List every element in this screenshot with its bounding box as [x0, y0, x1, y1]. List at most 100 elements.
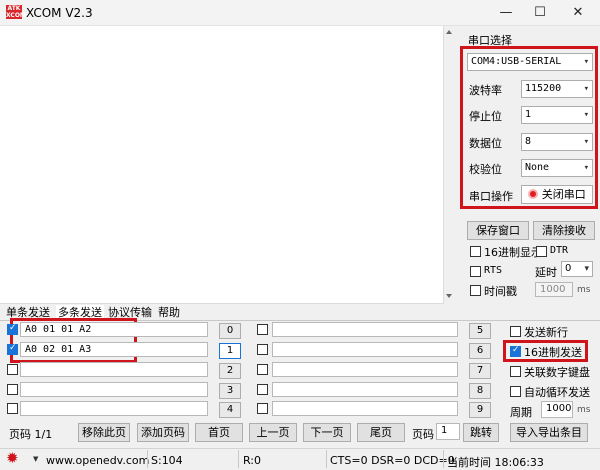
row-4-send-button[interactable]: 4	[219, 402, 241, 418]
prev-page-button[interactable]: 上一页	[249, 423, 297, 442]
row-2-input[interactable]	[20, 362, 208, 377]
timestamp-checkbox[interactable]	[470, 285, 481, 296]
row-3-send-button[interactable]: 3	[219, 383, 241, 399]
hex-display-label: 16进制显示	[484, 246, 542, 259]
row-9-send-button[interactable]: 9	[469, 402, 491, 418]
received-count: R:0	[243, 454, 262, 467]
clear-receive-button[interactable]: 清除接收	[533, 221, 595, 240]
row-4-input[interactable]	[20, 401, 208, 416]
baud-select[interactable]: 115200 ▾	[521, 80, 593, 98]
row-1-input[interactable]: A0 02 01 A3	[20, 342, 208, 357]
close-button[interactable]: ✕	[566, 4, 590, 22]
baud-select-value: 115200	[525, 83, 562, 94]
row-1-checkbox[interactable]	[7, 343, 18, 355]
port-select[interactable]: COM4:USB-SERIAL ▾	[467, 53, 593, 71]
page-input[interactable]: 1	[436, 423, 460, 440]
auto-cycle-checkbox[interactable]	[510, 386, 521, 397]
period-input[interactable]: 1000	[541, 401, 573, 418]
import-export-button[interactable]: 导入导出条目	[510, 423, 588, 442]
add-page-button[interactable]: 添加页码	[137, 423, 189, 442]
row-8-checkbox[interactable]	[257, 384, 268, 395]
dtr-label: DTR	[550, 245, 569, 256]
chevron-down-icon: ▾	[583, 137, 589, 147]
baud-label: 波特率	[469, 84, 502, 97]
row-7-send-button[interactable]: 7	[469, 363, 491, 379]
scroll-down-icon[interactable]	[446, 294, 452, 298]
stop-bits-select[interactable]: 1 ▾	[521, 106, 593, 124]
parity-label: 校验位	[469, 163, 502, 176]
parity-select[interactable]: None ▾	[521, 159, 593, 177]
jump-button[interactable]: 跳转	[463, 423, 499, 442]
tab-help[interactable]: 帮助	[158, 305, 180, 320]
port-operation-label: 串口操作	[469, 190, 513, 203]
row-7-input[interactable]	[272, 362, 458, 377]
status-divider	[147, 450, 148, 468]
close-port-button[interactable]: 关闭串口	[521, 185, 593, 204]
row-1-send-button[interactable]: 1	[219, 343, 241, 359]
row-6-checkbox[interactable]	[257, 344, 268, 355]
row-0-input[interactable]: A0 01 01 A2	[20, 322, 208, 337]
period-label: 周期	[510, 406, 532, 419]
row-5-send-button[interactable]: 5	[469, 323, 491, 339]
next-page-button[interactable]: 下一页	[303, 423, 351, 442]
row-0-checkbox[interactable]	[7, 323, 18, 335]
timestamp-unit: ms	[577, 285, 591, 295]
row-2-checkbox[interactable]	[7, 364, 18, 375]
window-title: XCOM V2.3	[26, 6, 93, 20]
link-keyboard-label: 关联数字键盘	[524, 366, 590, 379]
app-logo: ATK XCOM	[6, 5, 26, 19]
row-6-input[interactable]	[272, 342, 458, 357]
maximize-button[interactable]: ☐	[528, 4, 552, 22]
gear-icon[interactable]: ✹	[6, 451, 19, 466]
row-2-send-button[interactable]: 2	[219, 363, 241, 379]
last-page-button[interactable]: 尾页	[357, 423, 405, 442]
hex-display-checkbox[interactable]	[470, 246, 481, 257]
row-0-send-button[interactable]: 0	[219, 323, 241, 339]
port-status-icon	[528, 189, 539, 199]
parity-select-value: None	[525, 162, 550, 173]
current-time: 当前时间 18:06:33	[447, 456, 544, 469]
row-8-send-button[interactable]: 8	[469, 383, 491, 399]
timestamp-label: 时间戳	[484, 285, 517, 298]
row-7-checkbox[interactable]	[257, 364, 268, 375]
data-bits-select[interactable]: 8 ▾	[521, 133, 593, 151]
status-divider	[443, 450, 444, 468]
row-4-checkbox[interactable]	[7, 403, 18, 414]
remove-page-button[interactable]: 移除此页	[78, 423, 130, 442]
row-3-checkbox[interactable]	[7, 384, 18, 395]
minimize-button[interactable]: —	[494, 4, 518, 22]
chevron-down-icon[interactable]: ▼	[33, 455, 38, 463]
delay-select[interactable]: 0 ▾	[561, 261, 593, 277]
row-5-checkbox[interactable]	[257, 324, 268, 335]
close-port-label: 关闭串口	[541, 188, 586, 201]
receive-scrollbar[interactable]	[444, 26, 454, 304]
data-bits-label: 数据位	[469, 137, 502, 150]
dtr-checkbox[interactable]	[536, 246, 547, 257]
link-keyboard-checkbox[interactable]	[510, 366, 521, 377]
send-newline-checkbox[interactable]	[510, 326, 521, 337]
row-5-input[interactable]	[272, 322, 458, 337]
page-input-label: 页码	[412, 428, 434, 441]
sent-count: S:104	[151, 454, 183, 467]
row-9-checkbox[interactable]	[257, 403, 268, 414]
scroll-up-icon[interactable]	[446, 30, 452, 34]
row-9-input[interactable]	[272, 401, 458, 416]
hex-send-checkbox[interactable]	[510, 345, 521, 357]
timestamp-input[interactable]: 1000	[535, 282, 573, 297]
row-8-input[interactable]	[272, 382, 458, 397]
receive-area[interactable]	[0, 26, 444, 304]
row-3-input[interactable]	[20, 382, 208, 397]
first-page-button[interactable]: 首页	[195, 423, 243, 442]
rts-checkbox[interactable]	[470, 266, 481, 277]
page-indicator: 页码 1/1	[9, 428, 53, 441]
row-6-send-button[interactable]: 6	[469, 343, 491, 359]
chevron-down-icon: ▾	[583, 163, 589, 173]
chevron-down-icon: ▾	[583, 110, 589, 120]
send-newline-label: 发送新行	[524, 326, 568, 339]
delay-select-value: 0	[565, 263, 572, 274]
stop-bits-select-value: 1	[525, 109, 532, 120]
rts-label: RTS	[484, 265, 503, 276]
save-window-button[interactable]: 保存窗口	[467, 221, 529, 240]
period-unit: ms	[577, 405, 591, 415]
status-divider	[238, 450, 239, 468]
